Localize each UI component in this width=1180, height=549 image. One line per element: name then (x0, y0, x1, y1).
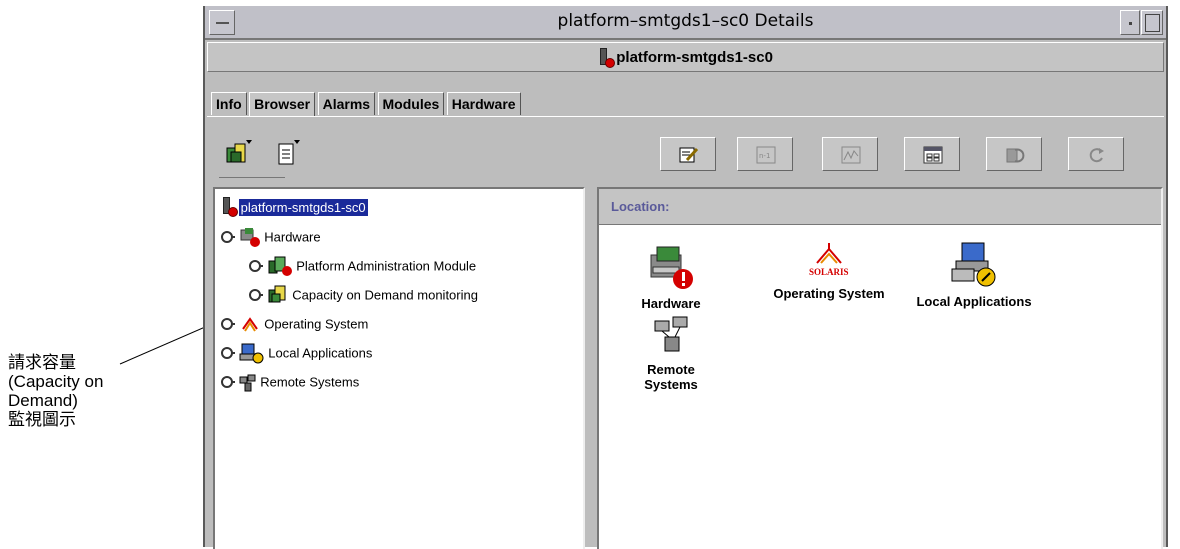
refresh-icon (1006, 148, 1025, 163)
subtitle-text: platform-smtgds1-sc0 (616, 48, 773, 66)
tree-pane: platform-smtgds1-sc0 Hardware Platform A… (213, 187, 585, 549)
location-bar: Location: (599, 189, 1161, 225)
refresh-button (986, 137, 1042, 171)
solaris-logo-icon: SOLARIS (809, 243, 849, 277)
icon-label: Operating System (773, 286, 885, 301)
properties-menu-icon[interactable] (275, 138, 305, 168)
tab-info[interactable]: Info (211, 92, 247, 115)
n1-button: n-1 (737, 137, 793, 171)
rotate-icon (1089, 148, 1104, 163)
window-title: platform–smtgds1–sc0 Details (557, 11, 814, 31)
icon-label: Remote Systems (644, 362, 698, 392)
title-bar: platform–smtgds1–sc0 Details (205, 6, 1166, 40)
subtitle-bar: platform-smtgds1-sc0 (207, 42, 1164, 72)
tree-root[interactable]: platform-smtgds1-sc0 (221, 197, 368, 217)
n1-icon: n-1 (756, 146, 776, 164)
local-applications-icon (951, 242, 996, 287)
icon-label: Local Applications (916, 294, 1032, 309)
operating-system-item[interactable]: SOLARIS Operating System (759, 241, 899, 301)
solaris-icon (241, 317, 258, 332)
n1-icon-text: n-1 (759, 152, 770, 160)
tree-item-hardware[interactable]: Hardware (221, 226, 321, 248)
expander-icon[interactable] (249, 289, 263, 301)
remote-systems-icon (239, 374, 256, 392)
location-label: Location: (611, 199, 670, 214)
local-applications-item[interactable]: Local Applications (899, 239, 1049, 309)
tree-label: Operating System (264, 316, 369, 332)
tree-item-remote-systems[interactable]: Remote Systems (221, 371, 359, 393)
table-icon (923, 146, 943, 164)
expander-icon[interactable] (221, 347, 235, 359)
toolbar-divider (219, 177, 285, 178)
hardware-item[interactable]: Hardware (631, 241, 711, 311)
minimize-button[interactable] (1120, 10, 1140, 35)
tab-modules[interactable]: Modules (377, 92, 445, 115)
content-pane: Location: Hardware SOLARIS Operating Sys… (597, 187, 1163, 549)
remote-systems-item[interactable]: Remote Systems (621, 315, 721, 392)
tree-item-platform-admin[interactable]: Platform Administration Module (249, 255, 476, 277)
table-button[interactable] (904, 137, 960, 171)
hardware-alarm-icon (240, 228, 260, 247)
hardware-alarm-icon (650, 246, 693, 289)
tab-alarms[interactable]: Alarms (317, 92, 376, 115)
module-alarm-icon (268, 256, 292, 276)
capacity-module-icon (268, 285, 286, 303)
graph-button (822, 137, 878, 171)
edit-button[interactable] (660, 137, 716, 171)
rotate-button (1068, 137, 1124, 171)
module-menu-icon[interactable] (223, 138, 253, 168)
local-applications-icon (239, 343, 264, 364)
expander-icon[interactable] (249, 260, 263, 272)
server-alarm-icon (598, 48, 616, 68)
icon-label: Hardware (641, 296, 701, 311)
tree-label: Remote Systems (260, 374, 360, 390)
tree-label: Local Applications (268, 345, 373, 361)
tab-baseline (207, 116, 1164, 117)
expander-icon[interactable] (221, 318, 235, 330)
tree-root-label: platform-smtgds1-sc0 (238, 198, 368, 216)
subtitle: platform-smtgds1-sc0 (208, 48, 1163, 68)
remote-systems-icon (654, 316, 688, 352)
edit-icon (679, 147, 699, 163)
expander-icon[interactable] (221, 376, 235, 388)
tree-label: Capacity on Demand monitoring (292, 287, 478, 303)
tree-item-local-applications[interactable]: Local Applications (221, 342, 372, 364)
tree-label: Hardware (264, 229, 321, 245)
tab-hardware[interactable]: Hardware (446, 92, 521, 115)
expander-icon[interactable] (221, 231, 235, 243)
details-window: platform–smtgds1–sc0 Details platform-sm… (203, 6, 1168, 549)
tree-item-operating-system[interactable]: Operating System (221, 313, 368, 335)
solaris-logo-text: SOLARIS (809, 267, 849, 277)
server-alarm-icon (221, 197, 238, 217)
tree-label: Platform Administration Module (296, 258, 477, 274)
tree-item-capacity-on-demand[interactable]: Capacity on Demand monitoring (249, 284, 478, 306)
graph-icon (841, 146, 861, 164)
maximize-button[interactable] (1141, 10, 1163, 35)
tab-bar: Info Browser Alarms Modules Hardware (211, 92, 521, 117)
tab-browser[interactable]: Browser (249, 92, 316, 117)
